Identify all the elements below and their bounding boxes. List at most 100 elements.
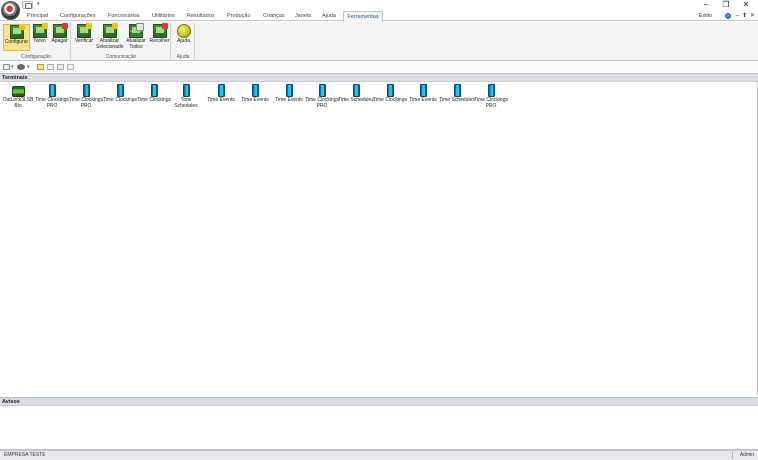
terminals-list: OutLock3LSB Bio Time Clockings PRO Time … [0, 82, 758, 395]
biometric-reader-icon [11, 86, 25, 97]
tab-criancas[interactable]: Crianças [263, 11, 285, 21]
tab-funcionarios[interactable]: Funcionários [108, 11, 140, 21]
help-icon[interactable]: ? [725, 13, 731, 19]
ribbon-close-button[interactable]: ✕ [750, 11, 755, 21]
restore-button[interactable]: ❐ [716, 0, 736, 10]
help-button[interactable]: Ajuda [174, 24, 193, 51]
application-menu-button[interactable] [1, 1, 20, 20]
terminal-device-icon [217, 84, 225, 97]
terminal-item[interactable]: OutLock3LSB Bio [0, 84, 36, 109]
terminal-device-icon [182, 84, 190, 97]
small-icons-view-icon[interactable] [47, 64, 54, 70]
terminal-item[interactable]: Time Clockings PRO [473, 84, 509, 109]
group-ajuda: Ajuda Ajuda [172, 23, 195, 60]
status-separator [732, 452, 733, 459]
large-icons-view-icon[interactable] [37, 64, 44, 70]
ribbon-tab-bar: Principal Configurações Funcionários Uti… [0, 11, 758, 22]
tab-resultados[interactable]: Resultados [187, 11, 215, 21]
details-view-icon[interactable] [67, 64, 74, 70]
terminal-device-icon [318, 84, 326, 97]
view-options-icon[interactable] [3, 64, 10, 70]
ribbon: Configurar Novo Apagar Configuração Veri… [0, 22, 758, 61]
terminal-label: Time Schedules [439, 97, 475, 103]
terminal-item[interactable]: Time Clockings PRO [34, 84, 70, 109]
terminal-label: Time Schedules [174, 97, 198, 109]
help-bulb-icon [176, 24, 191, 38]
tab-ferramentas[interactable]: Ferramentas [343, 11, 383, 22]
terminal-item[interactable]: Time Events [203, 84, 239, 104]
status-user: Admin [739, 452, 754, 458]
terminal-label: Time Events [409, 97, 437, 103]
tab-ajuda[interactable]: Ajuda [322, 11, 336, 21]
tab-producao[interactable]: Produção [227, 11, 251, 21]
refresh-icon[interactable] [17, 64, 25, 70]
terminal-item[interactable]: Time Events [237, 84, 273, 104]
terminal-device-icon [419, 84, 427, 97]
terminal-device-icon [82, 84, 90, 97]
terminal-label: OutLock3LSB Bio [2, 97, 34, 109]
terminal-label: Time Clockings PRO [305, 97, 339, 109]
update-selected-button[interactable]: Atualizar Selecionado [96, 23, 124, 51]
group-comunicacao: Verificar Atualizar Selecionado Atualiza… [72, 23, 171, 60]
terminal-label: Time Clockings [103, 97, 137, 103]
terminal-item[interactable]: Time Events [405, 84, 441, 104]
terminal-item[interactable]: Time Schedules [169, 84, 203, 109]
verify-icon [77, 23, 92, 38]
refresh-dropdown-icon[interactable]: ▾ [27, 64, 30, 70]
status-company: EMPRESA TESTE [4, 452, 46, 458]
terminal-label: Time Clockings [137, 97, 171, 103]
terminal-item[interactable]: Time Clockings PRO [304, 84, 340, 109]
group-configuracao: Configurar Novo Apagar Configuração [2, 23, 71, 60]
list-view-icon[interactable] [57, 64, 64, 70]
close-button[interactable]: ✕ [736, 0, 756, 10]
terminal-item[interactable]: Time Clockings PRO [68, 84, 104, 109]
terminal-item[interactable]: Time Clockings [372, 84, 408, 104]
help-label: Ajuda [177, 38, 190, 44]
delete-label: Apagar [51, 38, 68, 44]
group-label-ajuda: Ajuda [176, 54, 190, 60]
view-toolbar: ▾ ▾ [0, 62, 758, 72]
configure-label: Configurar [4, 39, 29, 45]
tab-janela[interactable]: Janela [295, 11, 311, 21]
quick-access-dropdown-icon[interactable]: ▾ [37, 1, 40, 7]
view-options-dropdown-icon[interactable]: ▾ [11, 64, 14, 70]
terminal-device-icon [48, 84, 56, 97]
verify-button[interactable]: Verificar [73, 23, 95, 51]
tab-utilitarios[interactable]: Utilitários [152, 11, 175, 21]
update-all-button[interactable]: Atualizar Todos [124, 23, 148, 51]
verify-label: Verificar [74, 38, 94, 44]
new-button[interactable]: Novo [32, 23, 48, 51]
terminals-header: Terminais [0, 73, 758, 82]
terminal-label: Time Clockings PRO [69, 97, 103, 109]
terminal-device-icon [116, 84, 124, 97]
tab-principal[interactable]: Principal [27, 11, 48, 21]
terminal-item[interactable]: Time Schedules [338, 84, 374, 104]
terminal-label: Time Clockings [373, 97, 407, 103]
terminal-item[interactable]: Time Clockings [102, 84, 138, 104]
collect-label: Recolher [149, 38, 170, 44]
avisos-panel [0, 406, 758, 450]
terminal-device-icon [150, 84, 158, 97]
update-selected-label: Atualizar Selecionado [96, 38, 124, 50]
tab-configuracoes[interactable]: Configurações [60, 11, 95, 21]
style-menu[interactable]: Estilo [699, 11, 712, 21]
update-all-icon [129, 23, 144, 38]
collect-button[interactable]: Recolher [149, 23, 170, 51]
terminal-device-icon [386, 84, 394, 97]
ribbon-restore-button[interactable]: ⬆ [742, 11, 747, 21]
configure-button[interactable]: Configurar [3, 24, 30, 51]
collect-icon [152, 23, 168, 38]
terminal-item[interactable]: Time Clockings [136, 84, 172, 104]
ribbon-minimize-button[interactable]: – [736, 11, 739, 21]
terminal-device-icon [487, 84, 495, 97]
quick-access-save-icon[interactable] [22, 1, 33, 9]
terminal-label: Time Events [275, 97, 303, 103]
terminal-device-icon [285, 84, 293, 97]
configure-icon [9, 24, 25, 39]
update-all-label: Atualizar Todos [126, 38, 146, 50]
minimize-button[interactable]: – [696, 0, 716, 10]
terminal-item[interactable]: Time Events [271, 84, 307, 104]
delete-button[interactable]: Apagar [50, 23, 69, 51]
terminal-device-icon [251, 84, 259, 97]
terminal-item[interactable]: Time Schedules [439, 84, 475, 104]
